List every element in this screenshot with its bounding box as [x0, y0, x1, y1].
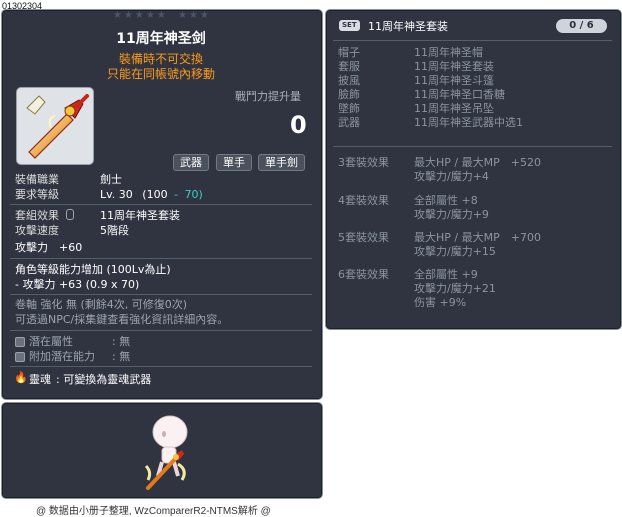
- set-item-name-hat: 11周年神圣帽: [414, 46, 483, 59]
- set-effect-6-values: 全部屬性 +9 攻擊力/魔力+21 伤害 +9%: [414, 268, 496, 310]
- req-level-value: Lv. 30 (100 - 70): [100, 187, 203, 202]
- req-level-dash: -: [174, 188, 179, 201]
- set-count: 0 / 6: [556, 19, 607, 33]
- tag-one-handed: 單手: [216, 154, 252, 171]
- star-rating-left: ★★★★★: [113, 10, 168, 21]
- set-item-name-pendant: 11周年神圣吊坠: [414, 102, 494, 115]
- set-divider-mid: [333, 146, 612, 147]
- level-growth-attack: - 攻擊力 +63 (0.9 x 70): [15, 278, 140, 291]
- set-item-slot-hat: 帽子: [338, 46, 360, 59]
- item-icon-frame: [16, 87, 94, 165]
- set-effect-6-line2: 攻擊力/魔力+21: [414, 282, 496, 295]
- enhance-hint: 可透過NPC/採集鍵查看強化資訊詳細內容。: [15, 313, 229, 326]
- divider-2: [10, 258, 312, 259]
- divider-4: [10, 330, 312, 331]
- set-effect-5-line2: 攻擊力/魔力+15: [414, 245, 496, 258]
- additional-potential-icon: [15, 352, 25, 362]
- scroll-enhance-info: 卷軸 強化 無 (剩餘4次, 可修復0次): [15, 298, 188, 311]
- item-title: 11周年神圣剑: [116, 31, 206, 47]
- set-effect-value[interactable]: 11周年神圣套装: [100, 208, 180, 223]
- potential-icon: [15, 337, 25, 347]
- set-name: 11周年神圣套装: [368, 20, 448, 33]
- sword-icon: [26, 94, 89, 159]
- divider-5: [10, 366, 312, 367]
- set-effect-4-values: 全部屬性 +8 攻擊力/魔力+9: [414, 194, 489, 222]
- account-warning: 只能在同帳號內移動: [106, 67, 215, 81]
- attack-speed-value: 5階段: [100, 224, 129, 237]
- job-value: 劍士: [100, 173, 122, 186]
- potential-label: 潛在屬性: [29, 335, 73, 348]
- set-item-name-suit: 11周年神圣套装: [414, 60, 494, 73]
- soul-value: : 可變換為靈魂武器: [56, 373, 152, 386]
- set-item-slot-cape: 披風: [338, 74, 360, 87]
- set-item-slot-weapon: 武器: [338, 116, 360, 129]
- set-effect-5-label: 5套裝效果: [338, 231, 389, 244]
- set-effect-6-line3: 伤害 +9%: [414, 296, 467, 309]
- divider-1: [10, 204, 312, 205]
- set-effect-4-line1: 全部屬性 +8: [414, 194, 478, 207]
- additional-potential-value: : 無: [112, 350, 131, 363]
- set-effect-text: 套組效果: [15, 209, 59, 222]
- potential-value: : 無: [112, 335, 131, 348]
- set-item-slot-suit: 套服: [338, 60, 360, 73]
- req-level-main: Lv. 30: [100, 188, 133, 201]
- set-item-slot-face: 臉飾: [338, 88, 360, 101]
- set-item-name-weapon: 11周年神圣武器中选1: [414, 116, 523, 129]
- req-level-label: 要求等級: [15, 188, 59, 201]
- power-increase-value: 0: [290, 111, 307, 139]
- req-level-bonus: 70): [184, 188, 203, 201]
- job-label: 裝備職業: [15, 173, 59, 186]
- set-items-names: 11周年神圣帽 11周年神圣套装 11周年神圣斗篷 11周年神圣口香糖 11周年…: [414, 46, 523, 130]
- set-effect-5-line1: 最大HP / 最大MP +700: [414, 231, 541, 244]
- set-effect-3-line1: 最大HP / 最大MP +520: [414, 156, 541, 169]
- req-level-base: (100: [142, 188, 168, 201]
- set-effect-4-line2: 攻擊力/魔力+9: [414, 208, 489, 221]
- soul-flame-icon: 🔥: [14, 371, 28, 384]
- star-rating-right: ★★★: [178, 10, 211, 21]
- soul-label: 靈魂: [29, 373, 51, 386]
- set-items-slots: 帽子 套服 披風 臉飾 墜飾 武器: [338, 46, 360, 130]
- set-item-slot-pendant: 墜飾: [338, 102, 360, 115]
- divider-3: [10, 294, 312, 295]
- mouse-icon: [65, 209, 74, 220]
- set-divider-top: [333, 40, 612, 41]
- attack-speed-label: 攻擊速度: [15, 224, 59, 237]
- set-effect-5-values: 最大HP / 最大MP +700 攻擊力/魔力+15: [414, 231, 541, 259]
- set-effect-3-line2: 攻擊力/魔力+4: [414, 170, 489, 183]
- set-effect-label: 套組效果: [15, 208, 74, 223]
- set-effect-4-label: 4套裝效果: [338, 194, 389, 207]
- set-badge: SET: [339, 20, 360, 31]
- set-effect-3-values: 最大HP / 最大MP +520 攻擊力/魔力+4: [414, 156, 541, 184]
- set-effect-6-label: 6套裝效果: [338, 268, 389, 281]
- additional-potential-label: 附加潛在能力: [29, 350, 95, 363]
- attack-power-stat: 攻擊力 +60: [15, 241, 83, 254]
- set-effect-6-line1: 全部屬性 +9: [414, 268, 478, 281]
- footer-credit: @ 数据由小册子整理, WzComparerR2-NTMS解析 @: [36, 506, 271, 517]
- tag-weapon: 武器: [173, 154, 209, 171]
- tag-one-handed-sword: 單手劍: [258, 154, 305, 171]
- power-increase-label: 戰鬥力提升量: [235, 90, 301, 103]
- set-effect-3-label: 3套裝效果: [338, 156, 389, 169]
- set-item-name-cape: 11周年神圣斗篷: [414, 74, 494, 87]
- character-avatar: [144, 415, 188, 490]
- level-growth-header: 角色等級能力增加 (100Lv為止): [15, 263, 171, 276]
- set-item-name-face: 11周年神圣口香糖: [414, 88, 505, 101]
